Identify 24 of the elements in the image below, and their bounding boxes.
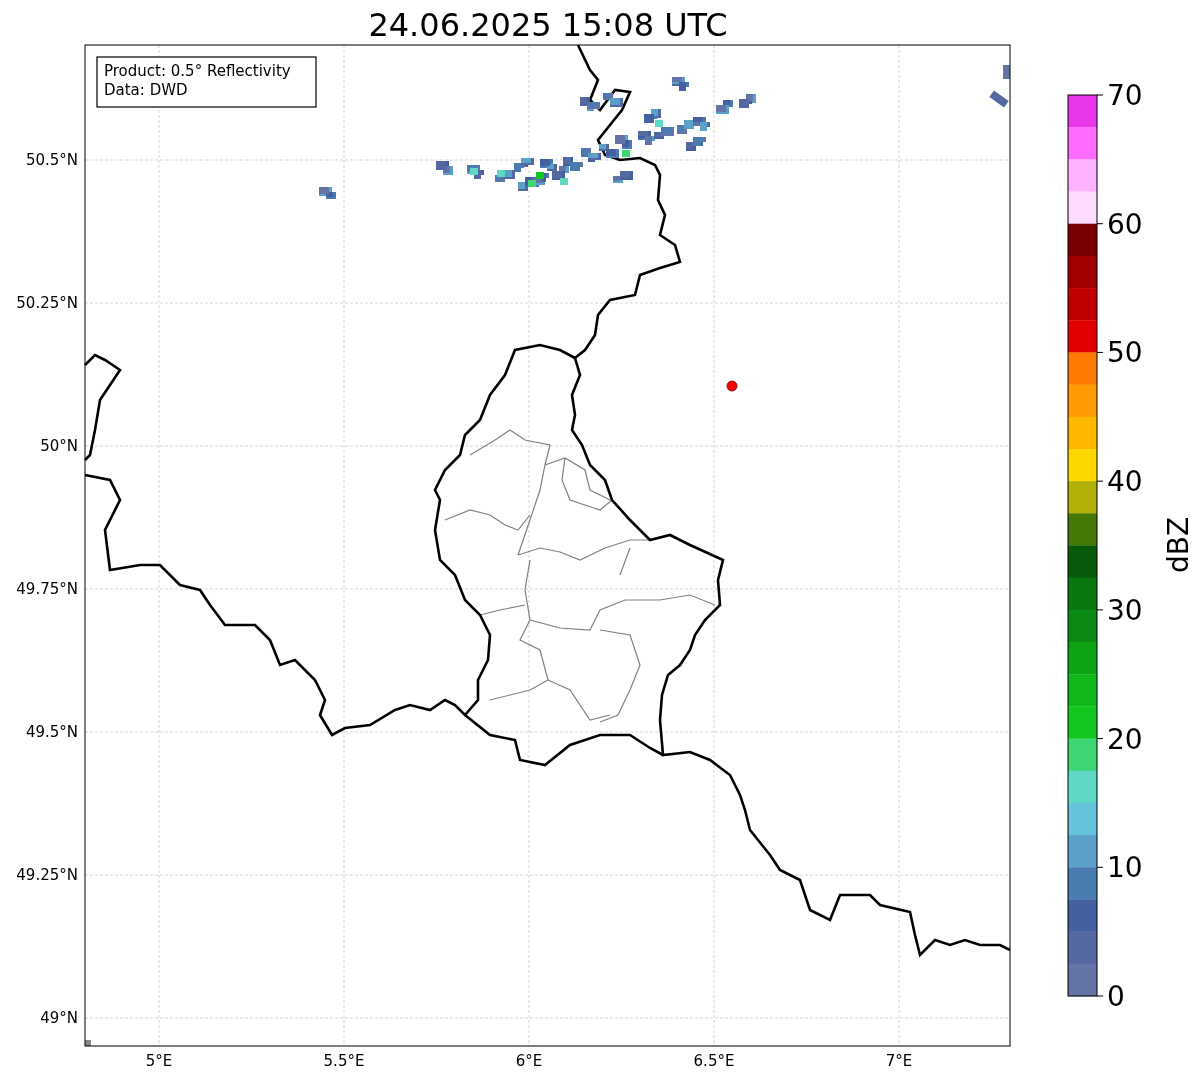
colorbar-tick-label: 0 <box>1107 980 1125 1013</box>
chart-title: 24.06.2025 15:08 UTC <box>368 6 728 44</box>
latitude-label: 49.5°N <box>25 723 78 741</box>
longitude-label: 5°E <box>145 1052 173 1070</box>
latitude-label: 50.5°N <box>25 151 78 169</box>
longitude-label: 7°E <box>885 1052 913 1070</box>
latitude-label: 49°N <box>40 1009 78 1027</box>
colorbar-label: dBZ <box>1162 516 1195 574</box>
colorbar-tick-label: 50 <box>1107 336 1143 370</box>
longitude-label: 6°E <box>515 1052 543 1070</box>
longitude-label: 5.5°E <box>323 1052 365 1070</box>
colorbar-tick-label: 70 <box>1107 79 1143 112</box>
info-text: Data: DWD <box>104 81 188 99</box>
colorbar-tick-label: 20 <box>1107 722 1143 756</box>
info-text: Product: 0.5° Reflectivity <box>104 62 291 80</box>
latitude-label: 50.25°N <box>16 294 78 312</box>
colorbar-tick-label: 40 <box>1107 465 1143 499</box>
colorbar-tick-label: 30 <box>1107 593 1143 627</box>
latitude-label: 50°N <box>40 437 78 455</box>
latitude-label: 49.75°N <box>16 580 78 598</box>
colorbar-tick-label: 60 <box>1107 207 1143 241</box>
longitude-label: 6.5°E <box>693 1052 735 1070</box>
latitude-label: 49.25°N <box>16 866 78 884</box>
colorbar-tick-label: 10 <box>1107 851 1143 885</box>
